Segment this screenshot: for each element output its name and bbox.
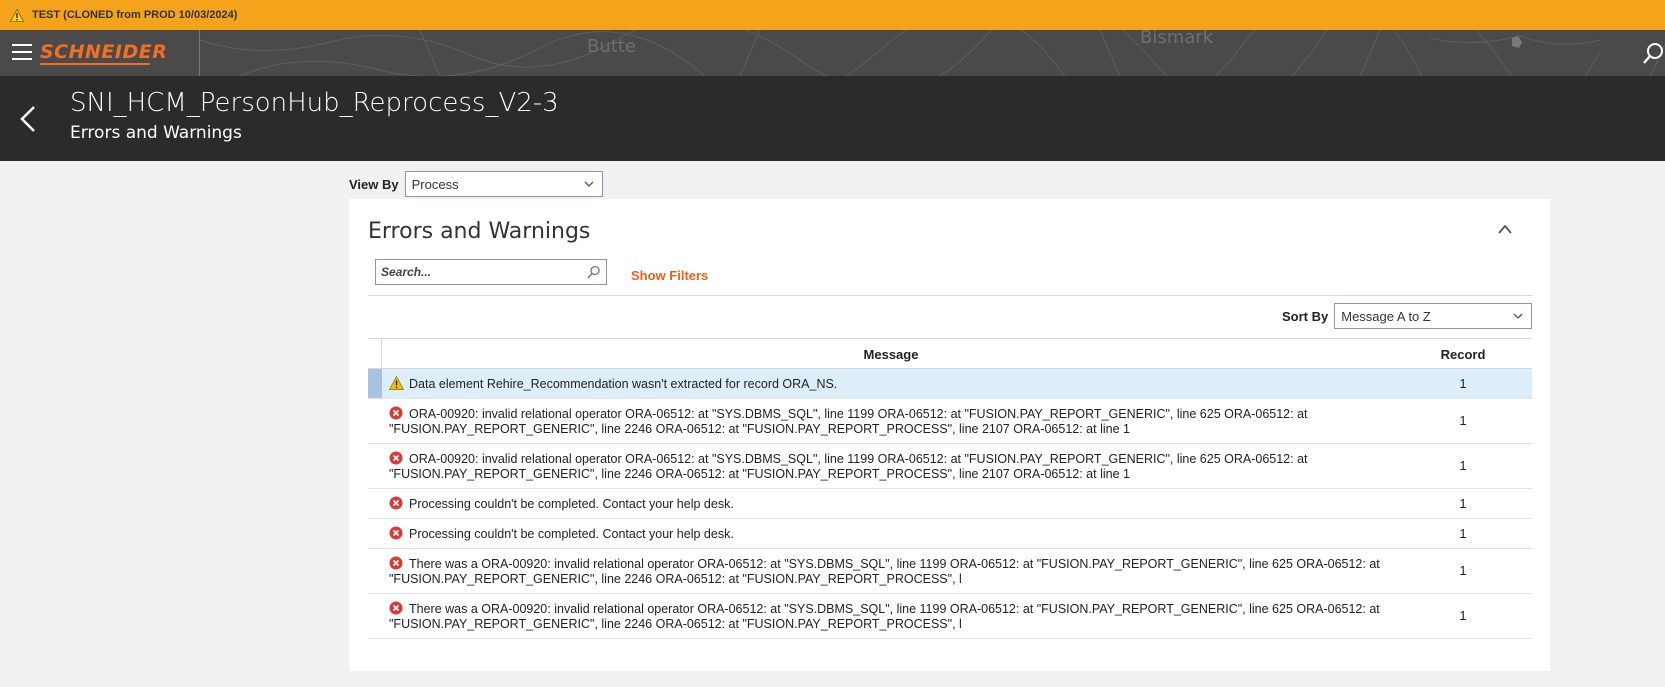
error-icon [389,601,403,615]
messages-table: Message Record Data element Rehire_Recom… [368,338,1532,639]
view-by-control: View By Process [349,171,603,197]
row-selection-gutter[interactable] [368,489,382,518]
search-field [375,259,607,285]
view-by-select[interactable]: Process [404,171,603,197]
row-selection-gutter[interactable] [368,444,382,488]
row-selection-gutter[interactable] [368,549,382,593]
row-record-cell: 1 [1459,608,1467,623]
row-message-text: ORA-00920: invalid relational operator O… [389,407,1308,436]
page-title: SNI_HCM_PersonHub_Reprocess_V2-3 [70,88,559,118]
table-row[interactable]: Data element Rehire_Recommendation wasn'… [368,369,1532,399]
panel-divider [368,295,1532,296]
map-label-butte: Butte [587,36,636,57]
row-record-cell: 1 [1459,525,1467,541]
page-header: SNI_HCM_PersonHub_Reprocess_V2-3 Errors … [0,76,1665,161]
sort-by-label: Sort By [1282,308,1329,324]
row-message-text: Data element Rehire_Recommendation wasn'… [409,377,838,391]
row-message-text: Processing couldn't be completed. Contac… [409,527,734,541]
banner-text: TEST (CLONED from PROD 10/03/2024) [32,9,238,21]
column-header-message[interactable]: Message [382,347,1400,362]
table-row[interactable]: There was a ORA-00920: invalid relationa… [368,594,1532,639]
table-body: Data element Rehire_Recommendation wasn'… [368,369,1532,639]
row-message-text: Processing couldn't be completed. Contac… [409,497,734,511]
row-message-cell: ORA-00920: invalid relational operator O… [368,399,1532,437]
errors-warnings-panel: Errors and Warnings Show Filters Sort By… [349,199,1550,671]
search-icon[interactable] [587,265,601,279]
row-selection-gutter[interactable] [368,594,382,638]
chevron-down-icon [584,181,594,187]
row-message-cell: There was a ORA-00920: invalid relationa… [368,594,1532,632]
global-search-icon[interactable] [1643,42,1665,64]
row-selection-gutter[interactable] [368,399,382,443]
row-selection-gutter[interactable] [368,519,382,548]
collapse-chevron-up-icon[interactable] [1497,223,1513,235]
logo-underline [40,63,150,65]
column-header-record[interactable]: Record [1408,347,1518,362]
table-row[interactable]: There was a ORA-00920: invalid relationa… [368,549,1532,594]
table-header: Message Record [368,338,1532,369]
row-message-text: There was a ORA-00920: invalid relationa… [389,557,1380,586]
error-icon [389,526,403,540]
sort-by-value: Message A to Z [1341,308,1431,324]
row-message-cell: Data element Rehire_Recommendation wasn'… [368,369,1532,392]
warning-icon [389,376,404,390]
row-record-cell: 1 [1459,413,1467,428]
environment-banner: TEST (CLONED from PROD 10/03/2024) [0,0,1665,30]
hamburger-menu-icon[interactable] [12,44,32,62]
row-selection-gutter[interactable] [368,369,382,398]
error-icon [389,496,403,510]
row-record-cell: 1 [1459,495,1467,511]
selection-gutter-header [368,339,382,369]
map-background [199,30,1665,76]
page-subtitle: Errors and Warnings [70,123,242,143]
show-filters-link[interactable]: Show Filters [631,268,708,283]
row-message-cell: ORA-00920: invalid relational operator O… [368,444,1532,482]
sort-by-select[interactable]: Message A to Z [1334,303,1533,329]
error-icon [389,406,403,420]
error-icon [389,556,403,570]
chevron-down-icon [1513,313,1523,319]
search-input[interactable] [376,260,576,284]
view-by-label: View By [349,176,399,192]
table-row[interactable]: Processing couldn't be completed. Contac… [368,519,1532,549]
table-row[interactable]: ORA-00920: invalid relational operator O… [368,399,1532,444]
header-divider [199,30,200,76]
view-by-value: Process [411,176,459,192]
row-record-cell: 1 [1459,458,1467,473]
row-message-text: ORA-00920: invalid relational operator O… [389,452,1308,481]
warning-icon [10,8,24,22]
back-arrow-icon[interactable] [18,104,38,134]
row-message-cell: Processing couldn't be completed. Contac… [368,519,1532,542]
row-message-cell: There was a ORA-00920: invalid relationa… [368,549,1532,587]
error-icon [389,451,403,465]
global-header: Butte Bismark SCHNEIDER [0,30,1665,76]
row-record-cell: 1 [1459,563,1467,578]
row-message-cell: Processing couldn't be completed. Contac… [368,489,1532,512]
sort-by-control: Sort By Message A to Z [1282,303,1533,329]
row-message-text: There was a ORA-00920: invalid relationa… [389,602,1380,631]
panel-title: Errors and Warnings [368,219,591,244]
table-row[interactable]: Processing couldn't be completed. Contac… [368,489,1532,519]
schneider-logo[interactable]: SCHNEIDER [40,41,167,63]
row-record-cell: 1 [1459,375,1467,391]
table-row[interactable]: ORA-00920: invalid relational operator O… [368,444,1532,489]
map-label-bismark: Bismark [1140,30,1214,48]
